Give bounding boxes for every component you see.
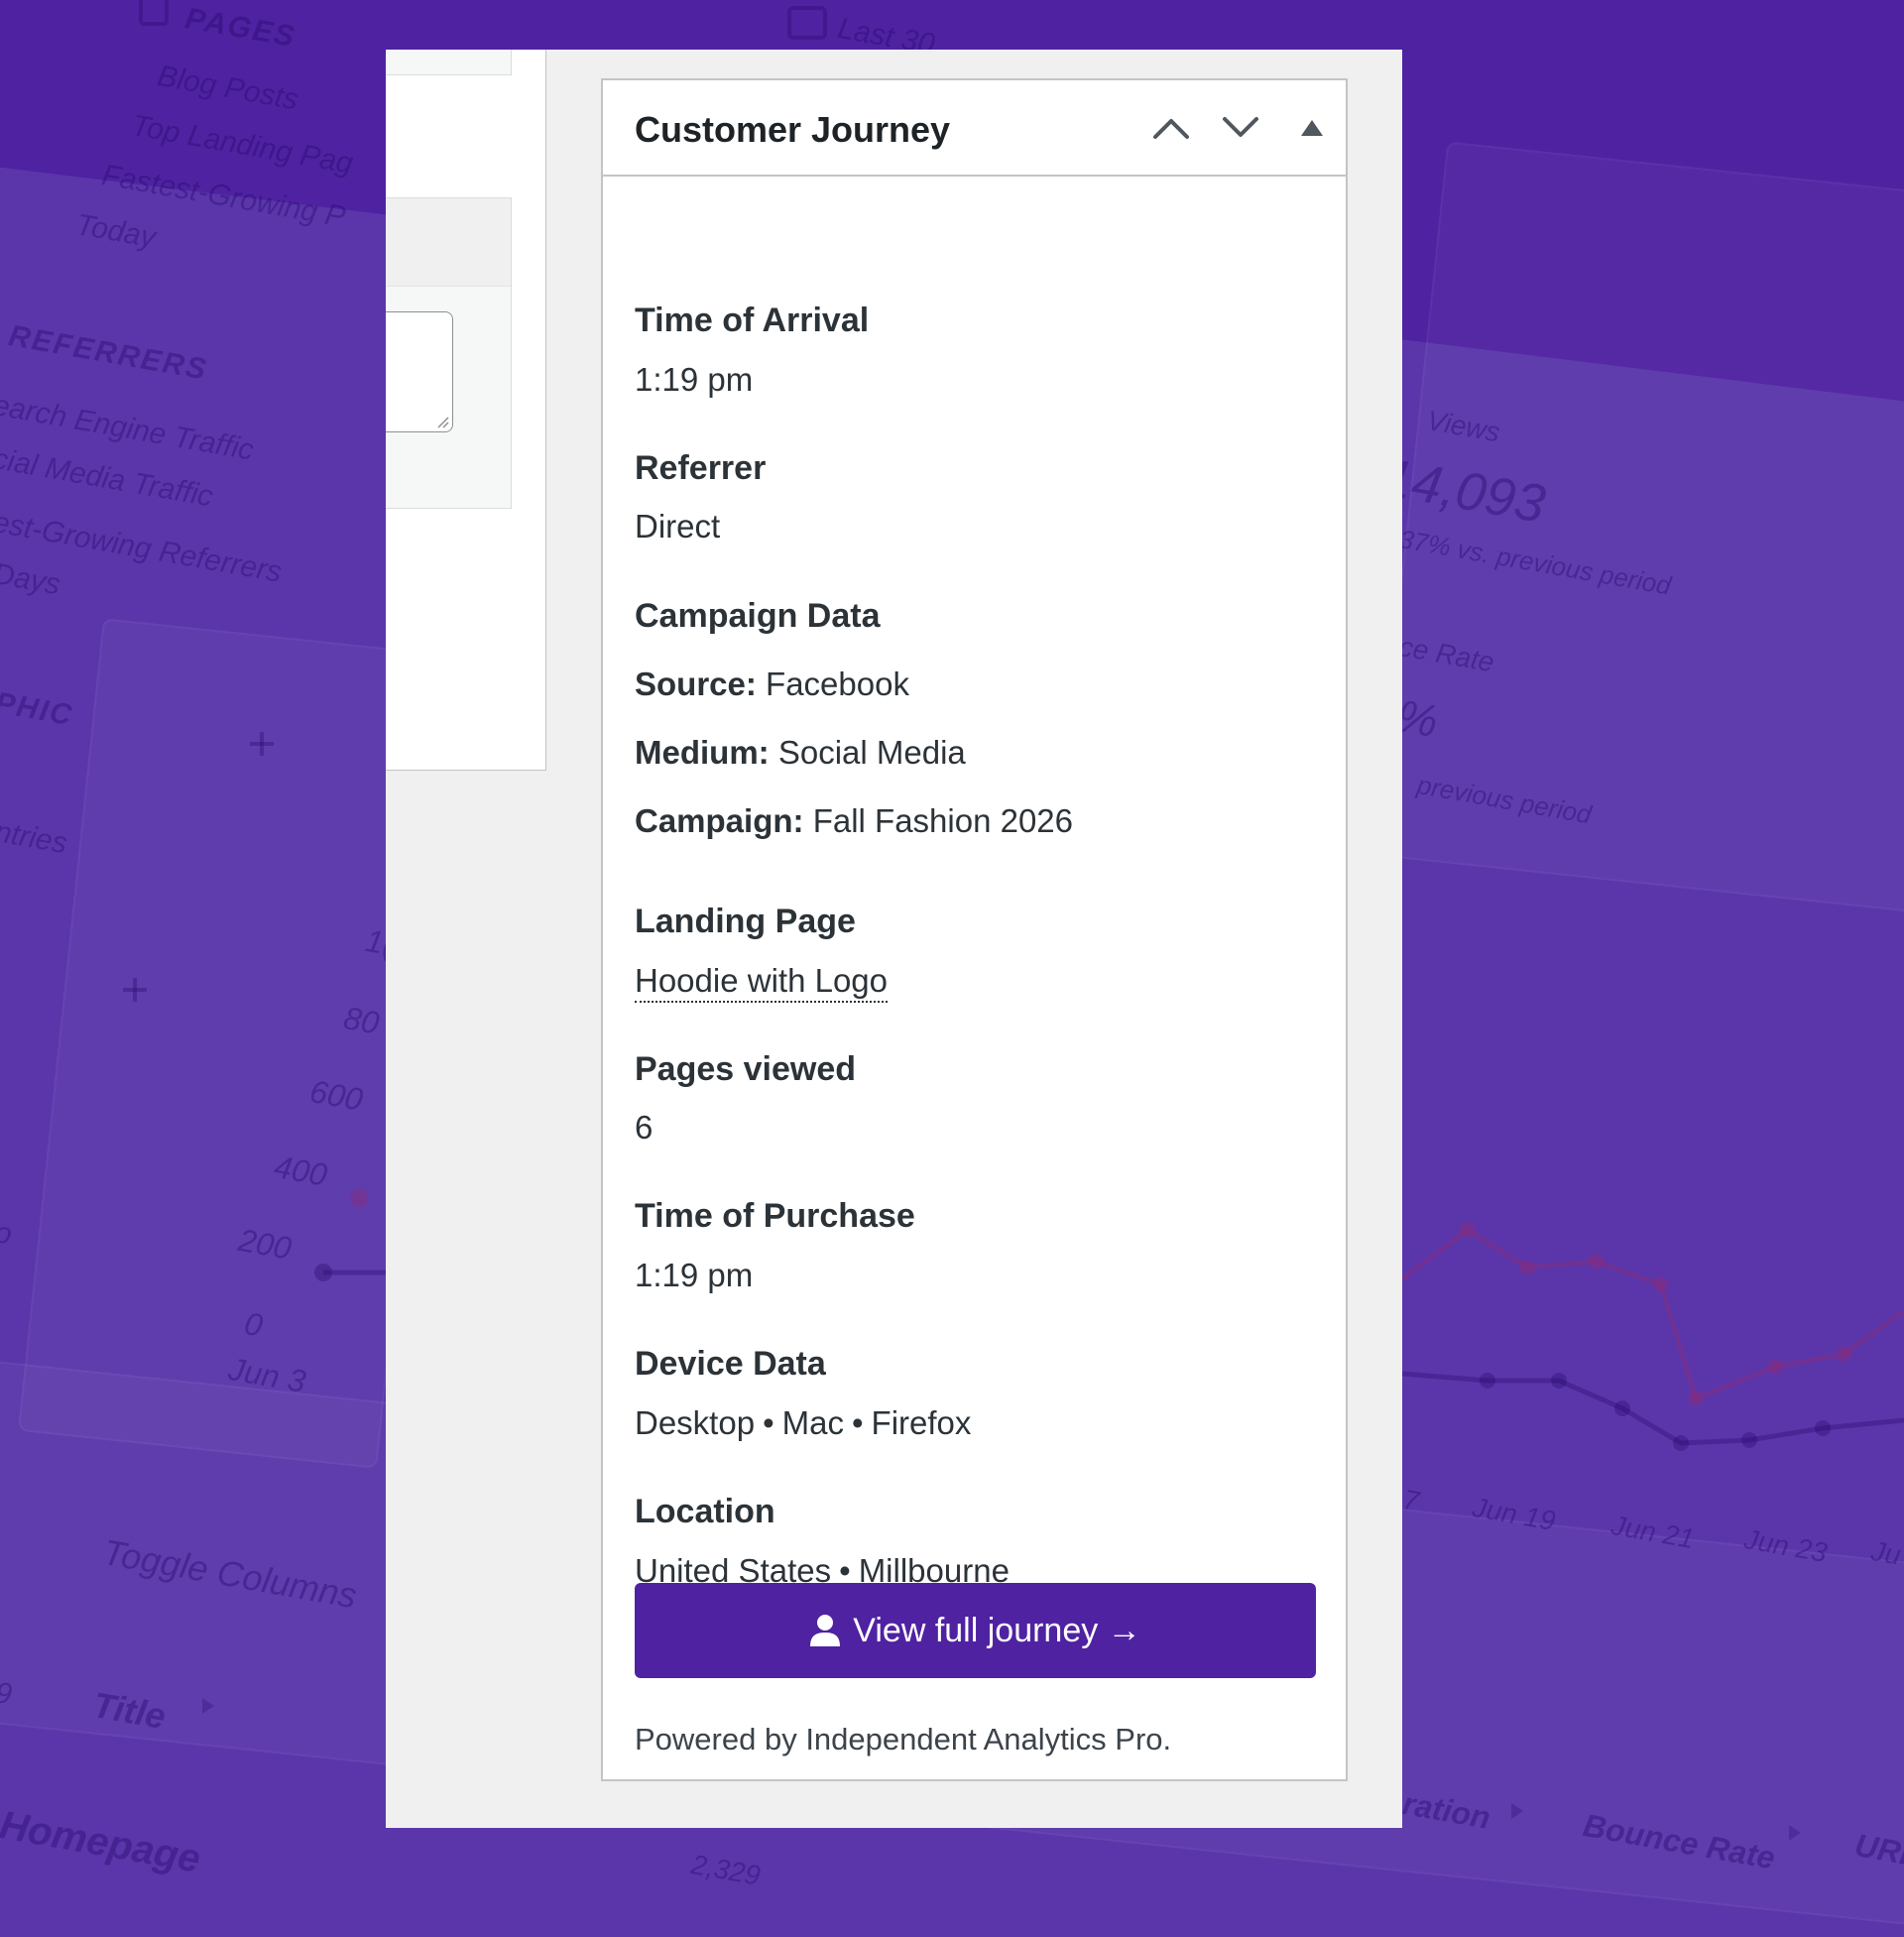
wp-left-section — [386, 197, 512, 509]
campaign-medium-label: Medium: — [635, 734, 770, 771]
bg-chart-point — [1673, 1435, 1689, 1451]
device-browser: Firefox — [871, 1404, 972, 1441]
landing-page-label: Landing Page — [635, 903, 856, 940]
campaign-medium-row: Medium: Social Media — [635, 733, 966, 773]
time-of-purchase-label: Time of Purchase — [635, 1197, 915, 1235]
bg-document-icon — [139, 0, 169, 26]
time-of-purchase-value: 1:19 pm — [635, 1257, 754, 1293]
referrer-label: Referrer — [635, 449, 767, 487]
bg-calendar-icon — [787, 6, 827, 40]
separator-dot: • — [851, 1404, 864, 1441]
wp-left-section-head — [386, 198, 511, 287]
bg-chart-point — [1815, 1420, 1831, 1436]
referrer-value: Direct — [635, 508, 721, 545]
bg-sort-arrow-icon — [202, 1698, 214, 1714]
landing-page-link[interactable]: Hoodie with Logo — [635, 962, 889, 1003]
landing-page-value-row: Hoodie with Logo — [635, 961, 889, 1003]
campaign-data-label: Campaign Data — [635, 597, 881, 635]
campaign-source-row: Source: Facebook — [635, 665, 909, 704]
bg-chart-point — [1741, 1432, 1757, 1448]
campaign-source-label: Source: — [635, 666, 757, 702]
bg-chart-point — [314, 1264, 332, 1281]
bg-chart-point — [350, 1189, 368, 1207]
bg-plus-icon — [123, 978, 147, 1002]
resize-grip-icon[interactable] — [435, 415, 449, 428]
pages-viewed-label: Pages viewed — [635, 1050, 857, 1088]
campaign-name-label: Campaign: — [635, 802, 804, 839]
view-full-journey-button[interactable]: View full journey → — [635, 1583, 1316, 1678]
time-of-arrival-value: 1:19 pm — [635, 361, 754, 398]
bg-chart-point — [1589, 1254, 1605, 1270]
bg-chart-point — [1519, 1260, 1535, 1275]
chevron-down-icon — [1223, 117, 1258, 137]
bg-chart-point — [1653, 1276, 1669, 1292]
device-os: Mac — [781, 1404, 844, 1441]
powered-by-text: Powered by Independent Analytics Pro. — [635, 1722, 1172, 1756]
campaign-name-row: Campaign: Fall Fashion 2026 — [635, 801, 1073, 841]
bg-chart-point — [1837, 1346, 1852, 1362]
widget-title: Customer Journey — [635, 109, 951, 150]
pages-viewed-value: 6 — [635, 1109, 654, 1146]
wp-textarea[interactable] — [386, 311, 453, 432]
bg-chart-point — [1551, 1373, 1567, 1389]
device-type: Desktop — [635, 1404, 756, 1441]
bg-sort-arrow-icon — [1789, 1825, 1801, 1841]
bg-chart-point — [1480, 1373, 1495, 1389]
bg-chart-point — [1688, 1391, 1704, 1406]
bg-plus-icon — [250, 732, 274, 756]
customer-journey-widget: Customer Journey Time of Arrival 1:19 pm — [601, 78, 1348, 1781]
wp-left-metabox — [386, 50, 546, 771]
device-data-label: Device Data — [635, 1345, 826, 1383]
user-icon — [809, 1614, 841, 1647]
device-data-value: Desktop • Mac • Firefox — [635, 1403, 971, 1443]
campaign-name-value: Fall Fashion 2026 — [812, 802, 1074, 839]
bg-sort-arrow-icon — [1511, 1803, 1523, 1819]
separator-dot: • — [763, 1404, 774, 1441]
bg-chart-point — [1460, 1222, 1476, 1238]
campaign-medium-value: Social Media — [777, 734, 966, 771]
triangle-up-icon — [1301, 120, 1323, 136]
wp-left-metabox-top — [386, 50, 512, 75]
move-up-button[interactable] — [1149, 106, 1193, 150]
campaign-source-value: Facebook — [766, 666, 909, 702]
chevron-up-icon — [1153, 119, 1189, 139]
wp-admin-screen: Customer Journey Time of Arrival 1:19 pm — [386, 50, 1402, 1828]
bg-chart-point — [1614, 1400, 1630, 1416]
toggle-panel-button[interactable] — [1290, 106, 1334, 150]
bg-chart-point — [1767, 1359, 1783, 1375]
widget-header: Customer Journey — [603, 80, 1346, 177]
location-label: Location — [635, 1493, 775, 1530]
time-of-arrival-label: Time of Arrival — [635, 302, 870, 339]
bg-chart-line-a — [1400, 1226, 1904, 1402]
view-full-journey-label: View full journey → — [853, 1611, 1141, 1649]
move-down-button[interactable] — [1219, 106, 1262, 150]
